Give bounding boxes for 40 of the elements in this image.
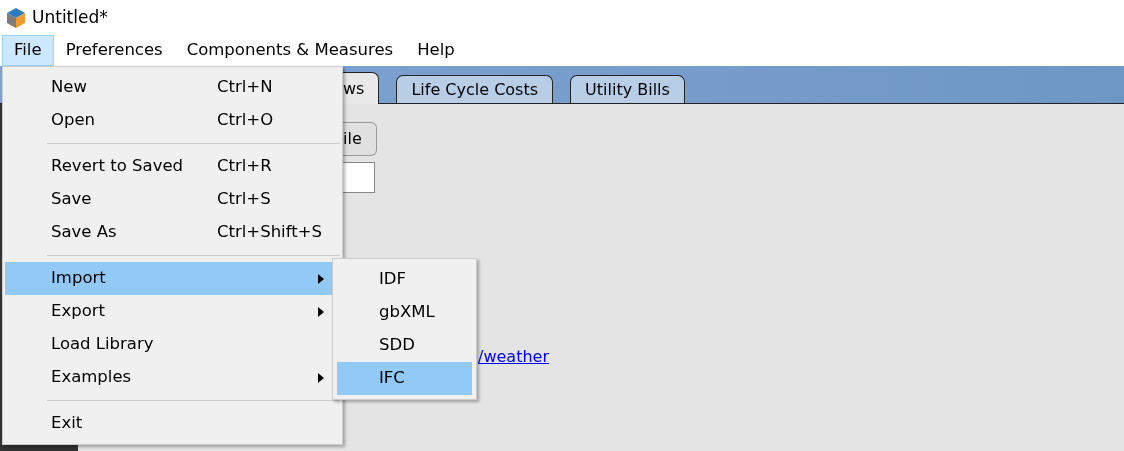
- menu-item[interactable]: Save As Ctrl+Shift+S: [5, 216, 340, 249]
- shortcut-text: Ctrl+Shift+S: [217, 221, 323, 244]
- menu-item[interactable]: SDD: [337, 329, 472, 362]
- menu-label: Load Library: [51, 333, 155, 356]
- menu-label: Exit: [51, 412, 84, 435]
- menu-label: Open: [51, 109, 97, 132]
- menu-item[interactable]: New Ctrl+N: [5, 71, 340, 104]
- shortcut-text: Ctrl+S: [217, 188, 272, 211]
- menu-label: New: [51, 76, 88, 99]
- menu-item[interactable]: File: [2, 35, 54, 66]
- shortcut-text: Ctrl+N: [217, 76, 274, 99]
- weather-link[interactable]: /weather: [478, 345, 549, 369]
- menu-item[interactable]: Preferences: [53, 35, 175, 66]
- window-title: Untitled*: [32, 5, 108, 29]
- tab[interactable]: ws: [343, 72, 380, 104]
- menu-label: Revert to Saved: [51, 155, 185, 178]
- menu-item[interactable]: Open Ctrl+O: [5, 104, 340, 137]
- menu-label: Examples: [51, 366, 133, 389]
- menu-item[interactable]: Exit: [5, 407, 340, 440]
- menu-item[interactable]: Revert to Saved Ctrl+R: [5, 150, 340, 183]
- menu-item[interactable]: gbXML: [337, 296, 472, 329]
- tab[interactable]: Life Cycle Costs: [396, 75, 554, 103]
- menu-label: Save As: [51, 221, 118, 244]
- file-button[interactable]: ile: [343, 122, 377, 156]
- menu-label: Export: [51, 300, 106, 323]
- submenu-arrow-icon: [318, 273, 324, 284]
- menu-item[interactable]: Save Ctrl+S: [5, 183, 340, 216]
- app-logo-icon: [6, 6, 26, 29]
- menu-item[interactable]: Help: [405, 35, 467, 66]
- tab[interactable]: Utility Bills: [570, 75, 685, 103]
- menu-item[interactable]: Components & Measures: [174, 35, 406, 66]
- submenu-arrow-icon: [318, 306, 324, 317]
- menu-item[interactable]: IFC: [337, 362, 472, 395]
- shortcut-text: Ctrl+O: [217, 109, 275, 132]
- shortcut-text: Ctrl+R: [217, 155, 273, 178]
- menu-label: Save: [51, 188, 93, 211]
- menu-label: Import: [51, 267, 107, 290]
- input-field[interactable]: [343, 162, 375, 193]
- menu-item[interactable]: IDF: [337, 263, 472, 296]
- submenu-arrow-icon: [318, 372, 324, 383]
